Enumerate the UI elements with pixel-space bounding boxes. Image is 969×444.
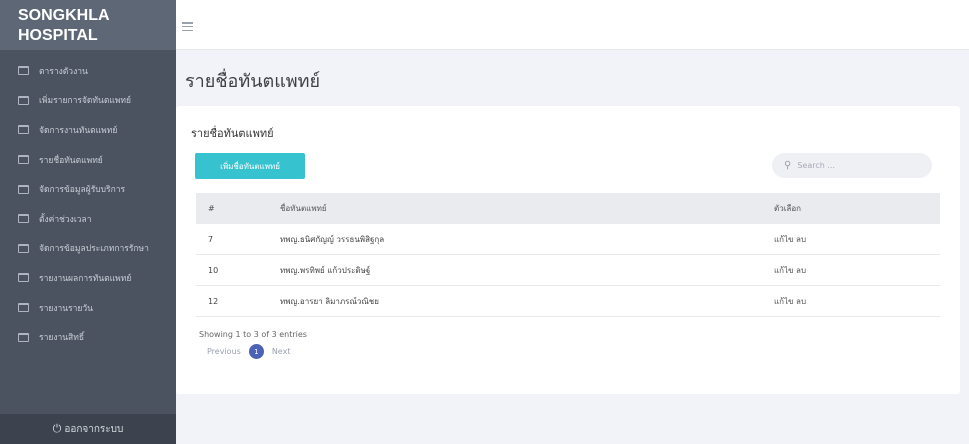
sidebar-item-add-dentist-list[interactable]: เพิ่มรายการจัดทันตแพทย์ [0, 86, 176, 116]
calendar-icon [18, 125, 29, 135]
calendar-icon [18, 155, 29, 165]
calendar-icon [18, 214, 29, 224]
calendar-icon [18, 243, 29, 253]
sidebar-item-treatment-types[interactable]: จัดการข้อมูลประเภทการรักษา [0, 234, 176, 264]
row-actions: แก้ไข ลบ [762, 223, 940, 255]
sidebar-item-schedule[interactable]: ตารางตัวงาน [0, 56, 176, 86]
calendar-icon [18, 303, 29, 313]
power-icon: ⏻ [52, 422, 62, 435]
table-row: 10 ทพญ.พรทิพย์ แก้วประดิษฐ์ แก้ไข ลบ [196, 254, 940, 286]
brand-logo: SONGKHLA HOSPITAL [0, 0, 176, 50]
column-header-name[interactable]: ชื่อทันตแพทย์ [268, 193, 762, 224]
row-actions: แก้ไข ลบ [762, 254, 940, 286]
search-box: ⚲ [772, 153, 932, 178]
sidebar-menu: ตารางตัวงาน เพิ่มรายการจัดทันตแพทย์ จัดก… [0, 56, 176, 352]
hamburger-icon[interactable] [182, 22, 193, 32]
sidebar: SONGKHLA HOSPITAL ตารางตัวงาน เพิ่มรายกา… [0, 0, 176, 444]
logout-label: ออกจากระบบ [64, 423, 124, 435]
dentist-list-card: รายชื่อทันตแพทย์ เพิ่มชื่อทันตแพทย์ ⚲ # … [176, 106, 960, 394]
top-bar [176, 0, 969, 50]
sidebar-item-dentist-report[interactable]: รายงานผลการทันตแพทย์ [0, 263, 176, 293]
pagination: Previous 1 Next [207, 344, 290, 359]
entries-info: Showing 1 to 3 of 3 entries [199, 330, 307, 339]
sidebar-item-label: จัดการข้อมูลผู้รับบริการ [39, 185, 126, 196]
table-header-row: # ชื่อทันตแพทย์ ตัวเลือก [196, 193, 940, 224]
sidebar-item-label: ตารางตัวงาน [39, 66, 88, 77]
column-header-number[interactable]: # [196, 193, 268, 224]
edit-link[interactable]: แก้ไข [774, 297, 794, 306]
delete-link[interactable]: ลบ [796, 235, 806, 244]
add-dentist-button[interactable]: เพิ่มชื่อทันตแพทย์ [195, 153, 305, 179]
sidebar-item-manage-patients[interactable]: จัดการข้อมูลผู้รับบริการ [0, 174, 176, 204]
sidebar-item-manage-dentist-work[interactable]: จัดการงานทันตแพทย์ [0, 115, 176, 145]
pager-previous[interactable]: Previous [207, 347, 241, 356]
sidebar-item-label: จัดการข้อมูลประเภทการรักษา [39, 244, 149, 255]
sidebar-item-label: รายงานสิทธิ์ [39, 333, 85, 344]
logout-button[interactable]: ⏻ ออกจากระบบ [0, 414, 176, 444]
search-icon: ⚲ [784, 160, 792, 171]
pager-page-1[interactable]: 1 [248, 344, 264, 359]
sidebar-item-rights-report[interactable]: รายงานสิทธิ์ [0, 322, 176, 352]
row-number: 7 [196, 223, 268, 255]
delete-link[interactable]: ลบ [796, 297, 806, 306]
sidebar-item-label: รายงานรายวัน [39, 303, 93, 314]
dentist-name: ทพญ.อารยา ลิมาภรณ์วณิชย [268, 285, 762, 317]
card-title: รายชื่อทันตแพทย์ [191, 127, 274, 140]
brand-line-2: HOSPITAL [18, 27, 98, 44]
row-actions: แก้ไข ลบ [762, 285, 940, 317]
sidebar-item-label: เพิ่มรายการจัดทันตแพทย์ [39, 96, 132, 107]
sidebar-item-label: รายชื่อทันตแพทย์ [39, 155, 103, 166]
row-number: 12 [196, 285, 268, 317]
table-row: 12 ทพญ.อารยา ลิมาภรณ์วณิชย แก้ไข ลบ [196, 285, 940, 317]
row-number: 10 [196, 254, 268, 286]
brand-line-1: SONGKHLA [18, 7, 110, 24]
calendar-icon [18, 184, 29, 194]
column-header-options[interactable]: ตัวเลือก [762, 193, 940, 224]
sidebar-item-daily-report[interactable]: รายงานรายวัน [0, 293, 176, 323]
edit-link[interactable]: แก้ไข [774, 235, 794, 244]
page-title: รายชื่อทันตแพทย์ [185, 71, 321, 92]
dentist-table: # ชื่อทันตแพทย์ ตัวเลือก 7 ทพญ.ธนิศกัญญ์… [196, 193, 940, 317]
sidebar-item-label: ตั้งค่าช่วงเวลา [39, 214, 92, 225]
edit-link[interactable]: แก้ไข [774, 266, 794, 275]
dentist-name: ทพญ.พรทิพย์ แก้วประดิษฐ์ [268, 254, 762, 286]
table-row: 7 ทพญ.ธนิศกัญญ์ วรรธนพิสิฐกุล แก้ไข ลบ [196, 223, 940, 255]
dentist-name: ทพญ.ธนิศกัญญ์ วรรธนพิสิฐกุล [268, 223, 762, 255]
calendar-icon [18, 332, 29, 342]
pager-next[interactable]: Next [272, 347, 291, 356]
sidebar-item-time-settings[interactable]: ตั้งค่าช่วงเวลา [0, 204, 176, 234]
sidebar-item-dentist-list[interactable]: รายชื่อทันตแพทย์ [0, 145, 176, 175]
sidebar-item-label: จัดการงานทันตแพทย์ [39, 125, 118, 136]
calendar-icon [18, 273, 29, 283]
search-input[interactable] [795, 160, 920, 171]
sidebar-item-label: รายงานผลการทันตแพทย์ [39, 273, 132, 284]
delete-link[interactable]: ลบ [796, 266, 806, 275]
calendar-icon [18, 66, 29, 76]
calendar-icon [18, 95, 29, 105]
